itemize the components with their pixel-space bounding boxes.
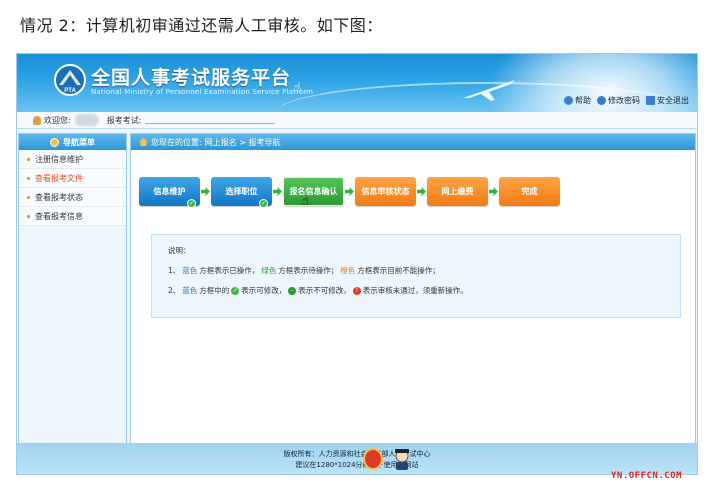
orange-word: 橙色: [340, 266, 356, 275]
footer-resolution-tip: 建议在1280*1024分辨率下使用本网站: [295, 461, 419, 469]
step-label: 网上缴费: [441, 187, 474, 196]
sidebar: 导航菜单 注册信息维护 查看报考文件 查看报考状态 查看报考信息: [18, 133, 127, 463]
step-label: 信息审核状态: [361, 187, 410, 196]
locked-dash-icon: –: [288, 286, 297, 295]
hand-cursor-icon: ☝: [293, 80, 302, 96]
rejected-alert-icon: !: [352, 286, 361, 295]
step-label: 报名信息确认: [289, 187, 338, 196]
step-select-position[interactable]: 选择职位 ✓: [211, 177, 272, 208]
notes-line-2: 2、 蓝色 方框中的 ✓ 表示可修改， – 表示不可修改， ! 表示审核未通过，…: [168, 285, 664, 296]
step-complete[interactable]: 完成: [499, 177, 560, 206]
welcome-label: 欢迎您:: [44, 115, 71, 125]
watermark: YN.OFFCN.COM: [611, 471, 683, 481]
key-icon: [597, 96, 606, 105]
logout-link-label: 安全退出: [657, 96, 689, 105]
note-text: 方框中的: [199, 286, 230, 295]
browser-viewport: PTA 全国人事考试服务平台 National Ministry of Pers…: [16, 53, 698, 475]
progress-steps: 信息维护 ✓ 选择职位 ✓ 报名信息确认 信息审核状态 网上缴费 完成: [139, 177, 560, 208]
logout-link[interactable]: 安全退出: [646, 95, 689, 106]
blurred-username: [74, 114, 99, 126]
sidebar-item-exam-status[interactable]: 查看报考状态: [19, 188, 126, 207]
pta-logo-icon: PTA: [54, 64, 86, 96]
arrow-right-icon: [273, 187, 282, 196]
exam-label: 报考考试:: [106, 115, 142, 125]
logo-text: PTA: [64, 88, 76, 94]
user-bar: 欢迎您: 报考考试:: [17, 112, 697, 129]
page-caption: 情况 2：计算机初审通过还需人工审核。如下图：: [20, 16, 383, 35]
arrow-right-icon: [417, 187, 426, 196]
arrow-right-icon: [201, 187, 210, 196]
site-footer: 版权所有：人力资源和社会保障部人事考试中心 建议在1280*1024分辨率下使用…: [17, 443, 697, 474]
blue-word: 蓝色: [182, 286, 198, 295]
step-info-maintenance[interactable]: 信息维护 ✓: [139, 177, 200, 208]
help-icon: [564, 96, 573, 105]
sidebar-item-exam-documents[interactable]: 查看报考文件: [19, 169, 126, 188]
change-password-label: 修改密码: [608, 96, 640, 105]
note-text: 表示不可修改，: [298, 286, 351, 295]
step-confirm-registration[interactable]: 报名信息确认: [283, 177, 344, 206]
step-label: 完成: [521, 187, 538, 196]
change-password-link[interactable]: 修改密码: [597, 95, 640, 106]
note-text: 方框表示待操作；: [278, 266, 339, 275]
breadcrumb-path: 网上报名 > 报考导航: [204, 137, 281, 147]
editable-check-icon: ✓: [231, 286, 240, 295]
arrow-right-icon: [489, 187, 498, 196]
main-content: 您现在的位置: 网上报名 > 报考导航 信息维护 ✓ 选择职位 ✓ 报名信息确认…: [130, 133, 696, 463]
sidebar-item-registration-info[interactable]: 注册信息维护: [19, 150, 126, 169]
arrow-right-icon: [345, 187, 354, 196]
police-badge-icon: [395, 449, 409, 470]
sidebar-header: 导航菜单: [19, 134, 126, 150]
step-label: 选择职位: [225, 187, 258, 196]
check-icon: ✓: [259, 199, 268, 208]
check-icon: ✓: [187, 199, 196, 208]
site-subtitle: National Ministry of Personnel Examinati…: [91, 88, 314, 96]
exam-value: [145, 116, 276, 124]
footer-copyright: 版权所有：人力资源和社会保障部人事考试中心: [283, 450, 431, 458]
note-number: 1、: [168, 266, 181, 275]
top-links: 帮助 修改密码 安全退出: [564, 95, 689, 106]
exit-icon: [646, 96, 655, 105]
hand-cursor-icon: ☝: [301, 194, 309, 209]
help-link-label: 帮助: [575, 96, 591, 105]
sidebar-item-exam-info[interactable]: 查看报考信息: [19, 207, 126, 226]
home-icon: [139, 138, 148, 146]
site-header: PTA 全国人事考试服务平台 National Ministry of Pers…: [17, 54, 697, 112]
notes-title: 说明：: [168, 246, 191, 255]
sidebar-title: 导航菜单: [63, 137, 95, 147]
step-online-payment[interactable]: 网上缴费: [427, 177, 488, 206]
user-icon: [33, 115, 41, 125]
national-emblem-icon: [363, 448, 383, 470]
airplane-icon: [463, 80, 515, 101]
note-text: 表示审核未通过，须重新操作。: [362, 286, 468, 295]
note-text: 方框表示目前不能操作；: [357, 266, 440, 275]
blue-word: 蓝色: [182, 266, 198, 275]
notes-line-1: 1、 蓝色 方框表示已操作， 绿色 方框表示待操作； 橙色 方框表示目前不能操作…: [168, 265, 664, 276]
instructions-panel: 说明： 1、 蓝色 方框表示已操作， 绿色 方框表示待操作； 橙色 方框表示目前…: [151, 234, 681, 318]
green-word: 绿色: [261, 266, 277, 275]
breadcrumb: 您现在的位置: 网上报名 > 报考导航: [131, 134, 695, 150]
step-label: 信息维护: [153, 187, 186, 196]
note-number: 2、: [168, 286, 181, 295]
note-text: 方框表示已操作，: [199, 266, 260, 275]
nav-menu-icon: [50, 137, 59, 147]
help-link[interactable]: 帮助: [564, 95, 591, 106]
note-text: 表示可修改，: [241, 286, 287, 295]
site-title: 全国人事考试服务平台: [91, 67, 292, 89]
breadcrumb-prefix: 您现在的位置:: [151, 137, 202, 147]
step-review-status[interactable]: 信息审核状态: [355, 177, 416, 206]
